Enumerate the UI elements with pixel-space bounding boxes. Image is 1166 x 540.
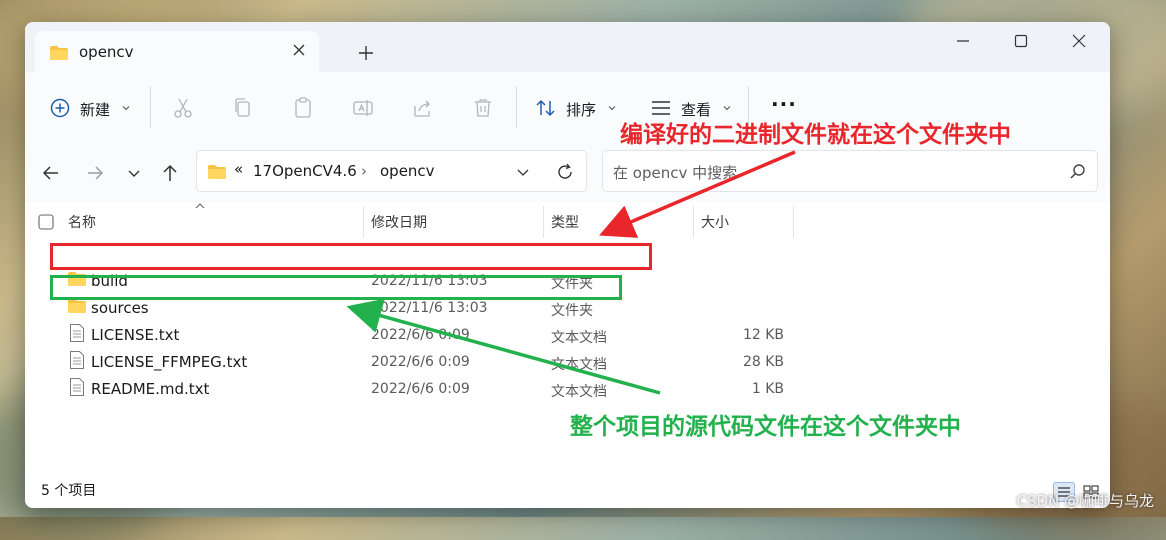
refresh-icon[interactable] — [554, 161, 576, 183]
recent-locations-chevron-icon[interactable] — [121, 160, 147, 186]
build-highlight-box — [50, 243, 652, 270]
column-divider[interactable] — [543, 206, 544, 238]
text-file-icon — [70, 351, 84, 369]
file-size: 28 KB — [742, 354, 784, 370]
file-row-license[interactable]: LICENSE.txt 2022/6/6 0:09 文本文档 12 KB — [25, 322, 1110, 349]
forward-arrow-icon[interactable] — [82, 160, 108, 186]
toolbar-divider — [516, 86, 517, 128]
maximize-icon[interactable] — [999, 28, 1043, 54]
file-size: 12 KB — [742, 327, 784, 343]
delete-icon[interactable] — [471, 96, 495, 120]
rename-icon[interactable] — [351, 96, 375, 120]
column-header-date[interactable]: 修改日期 — [371, 212, 427, 232]
breadcrumb-opencv[interactable]: opencv — [380, 162, 435, 180]
close-tab-icon[interactable] — [289, 40, 309, 60]
folder-icon — [68, 299, 86, 313]
folder-icon — [50, 46, 68, 60]
new-tab-icon[interactable] — [355, 42, 377, 64]
folder-icon — [208, 165, 226, 179]
column-divider[interactable] — [793, 206, 794, 238]
file-name: README.md.txt — [91, 380, 210, 398]
toolbar-divider — [150, 86, 151, 128]
file-name: sources — [91, 299, 149, 317]
column-header-size[interactable]: 大小 — [701, 212, 729, 232]
sources-highlight-box — [50, 275, 622, 300]
text-file-icon — [70, 324, 84, 342]
file-date: 2022/6/6 0:09 — [371, 381, 470, 397]
file-size: 1 KB — [751, 381, 784, 397]
breadcrumb-separator: › — [361, 162, 367, 180]
file-date: 2022/11/6 13:03 — [371, 300, 488, 316]
paste-icon[interactable] — [291, 96, 315, 120]
csdn-watermark: CSDN @咖啡与乌龙 — [1016, 492, 1154, 510]
file-type: 文件夹 — [551, 303, 593, 319]
navigation-bar: « 17OpenCV4.6 › opencv 在 opencv 中搜索 — [25, 142, 1110, 202]
chevron-down-icon — [608, 106, 616, 111]
column-divider[interactable] — [693, 206, 694, 238]
column-header-type[interactable]: 类型 — [551, 212, 579, 232]
file-type: 文本文档 — [551, 384, 607, 400]
text-file-icon — [70, 378, 84, 396]
address-dropdown-icon[interactable] — [515, 164, 531, 180]
sort-button[interactable]: 排序 — [535, 96, 621, 120]
sort-icon — [536, 99, 555, 117]
up-arrow-icon[interactable] — [157, 160, 183, 186]
new-button[interactable]: 新建 — [49, 96, 135, 120]
breadcrumb-17opencv[interactable]: 17OpenCV4.6 — [253, 162, 357, 180]
select-all-checkbox[interactable] — [38, 214, 54, 230]
tab-title: opencv — [79, 43, 134, 61]
title-bar: opencv — [25, 22, 1110, 72]
minimize-icon[interactable] — [941, 28, 985, 54]
file-row-readme[interactable]: README.md.txt 2022/6/6 0:09 文本文档 1 KB — [25, 376, 1110, 403]
file-name: LICENSE_FFMPEG.txt — [91, 353, 248, 371]
red-annotation-text: 编译好的二进制文件就在这个文件夹中 — [620, 122, 1011, 148]
more-icon: ··· — [771, 92, 797, 116]
share-icon[interactable] — [411, 96, 435, 120]
column-divider[interactable] — [363, 206, 364, 238]
column-header-name[interactable]: 名称 — [68, 212, 96, 232]
back-arrow-icon[interactable] — [38, 160, 64, 186]
breadcrumb-overflow[interactable]: « — [234, 160, 243, 178]
sort-ascending-icon — [195, 203, 205, 209]
chevron-down-icon — [723, 106, 731, 111]
sort-label: 排序 — [566, 101, 597, 119]
cut-icon[interactable] — [171, 96, 195, 120]
file-name: LICENSE.txt — [91, 326, 180, 344]
search-icon — [1070, 164, 1085, 179]
green-annotation-text: 整个项目的源代码文件在这个文件夹中 — [570, 414, 961, 440]
close-window-icon[interactable] — [1057, 28, 1101, 54]
new-label: 新建 — [80, 101, 111, 119]
copy-icon[interactable] — [231, 96, 255, 120]
tab-opencv[interactable]: opencv — [35, 31, 319, 72]
file-type: 文本文档 — [551, 330, 607, 346]
search-placeholder: 在 opencv 中搜索 — [613, 164, 738, 182]
status-item-count: 5 个项目 — [41, 483, 97, 499]
file-date: 2022/6/6 0:09 — [371, 354, 470, 370]
file-row-license-ffmpeg[interactable]: LICENSE_FFMPEG.txt 2022/6/6 0:09 文本文档 28… — [25, 349, 1110, 376]
file-type: 文本文档 — [551, 357, 607, 373]
chevron-down-icon — [122, 106, 130, 111]
search-box[interactable]: 在 opencv 中搜索 — [602, 150, 1098, 192]
plus-circle-icon — [50, 98, 70, 118]
file-date: 2022/6/6 0:09 — [371, 327, 470, 343]
address-bar[interactable]: « 17OpenCV4.6 › opencv — [196, 150, 587, 192]
